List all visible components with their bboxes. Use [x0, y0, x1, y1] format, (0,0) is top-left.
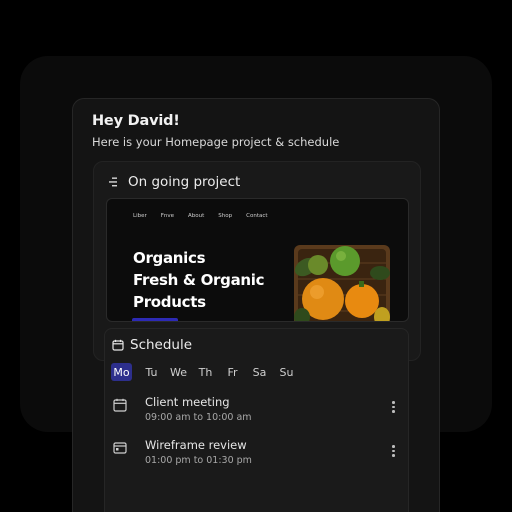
event-title: Wireframe review — [145, 438, 247, 452]
day-tu[interactable]: Tu — [138, 363, 165, 381]
list-icon — [109, 177, 117, 187]
preview-nav: Liber Fnve About Shop Contact — [133, 213, 268, 219]
preview-nav-item: Contact — [246, 213, 268, 219]
day-we[interactable]: We — [165, 363, 192, 381]
hero-line: Fresh & Organic — [133, 271, 265, 289]
calendar-icon — [113, 398, 127, 412]
preview-nav-item: Shop — [218, 213, 233, 219]
calendar-icon — [112, 339, 124, 351]
project-header: On going project — [108, 174, 240, 190]
preview-hero-button — [132, 318, 178, 321]
preview-hero-text: Organics Fresh & Organic Products — [133, 247, 265, 313]
day-th[interactable]: Th — [192, 363, 219, 381]
project-heading: On going project — [128, 174, 241, 190]
hero-line: Products — [133, 293, 206, 311]
schedule-heading: Schedule — [130, 337, 193, 353]
greeting-subtitle: Here is your Homepage project & schedule — [92, 135, 340, 149]
event-title: Client meeting — [145, 395, 230, 409]
event-client-meeting[interactable]: Client meeting 09:00 am to 10:00 am — [113, 395, 252, 423]
project-preview[interactable]: Liber Fnve About Shop Contact Organics F… — [106, 198, 409, 322]
preview-nav-item: Fnve — [160, 213, 175, 219]
dashboard-card: Hey David! Here is your Homepage project… — [72, 98, 440, 512]
browser-window-icon — [113, 442, 127, 454]
greeting-title: Hey David! — [92, 113, 180, 129]
event-time: 01:00 pm to 01:30 pm — [145, 455, 252, 466]
day-su[interactable]: Su — [273, 363, 300, 381]
day-fr[interactable]: Fr — [219, 363, 246, 381]
fruit-basket-image — [294, 245, 390, 321]
schedule-panel: Schedule Mo Tu We Th Fr Sa Su Client mee… — [104, 328, 409, 512]
event-time: 09:00 am to 10:00 am — [145, 412, 252, 423]
day-sa[interactable]: Sa — [246, 363, 273, 381]
preview-nav-item: Liber — [133, 213, 147, 219]
weekday-selector: Mo Tu We Th Fr Sa Su — [111, 363, 300, 381]
more-options-icon[interactable] — [392, 401, 396, 415]
preview-nav-item: About — [188, 213, 205, 219]
event-wireframe-review[interactable]: Wireframe review 01:00 pm to 01:30 pm — [113, 438, 252, 466]
hero-line: Organics — [133, 249, 206, 267]
more-options-icon[interactable] — [392, 445, 396, 459]
day-mo[interactable]: Mo — [111, 363, 132, 381]
schedule-header: Schedule — [112, 337, 192, 353]
